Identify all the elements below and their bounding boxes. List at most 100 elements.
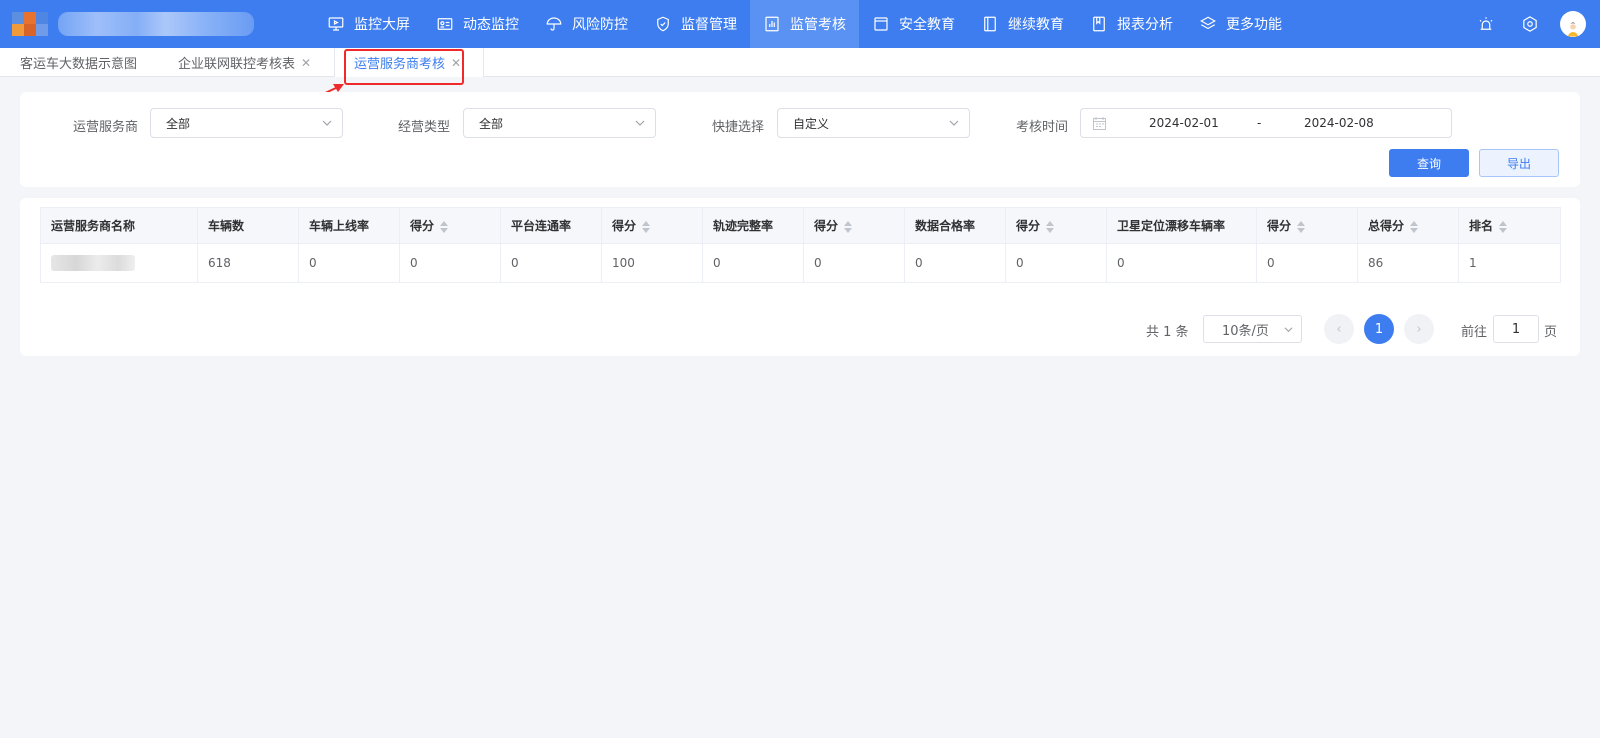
exam-time-label: 考核时间 (1016, 120, 1069, 135)
col-drift-score[interactable]: 得分 (1256, 207, 1358, 244)
sort-icon[interactable] (1499, 220, 1508, 233)
export-button[interactable]: 导出 (1479, 149, 1559, 177)
table-cell: 0 (298, 243, 400, 283)
table-cell: 618 (197, 243, 299, 283)
table-cell: 0 (904, 243, 1006, 283)
business-type-select[interactable]: 全部 (463, 108, 656, 138)
chevron-down-icon (1284, 327, 1293, 333)
business-type-label: 经营类型 (398, 120, 451, 135)
col-vehicle-count: 车辆数 (197, 207, 299, 244)
goto-suffix: 页 (1544, 325, 1558, 340)
nav-item-supervision[interactable]: 监督管理 (641, 0, 750, 48)
col-provider-name: 运营服务商名称 (40, 207, 198, 244)
bookmark-icon (1093, 16, 1105, 32)
table-row: 618 0 0 0 100 0 0 0 0 0 0 86 1 (40, 243, 1561, 283)
tab-enterprise-assessment[interactable]: 企业联网联控考核表 ✕ (178, 48, 311, 77)
alarm-light-icon (1479, 17, 1493, 30)
table-cell: 100 (601, 243, 703, 283)
nav-item-safety-education[interactable]: 安全教育 (859, 0, 968, 48)
settings-button[interactable] (1520, 14, 1540, 34)
alarm-button[interactable] (1476, 14, 1496, 34)
goto-label: 前往 (1461, 325, 1488, 340)
chevron-down-icon (635, 120, 645, 126)
table-header-row: 运营服务商名称 车辆数 车辆上线率 得分 平台连通率 得分 轨迹完整率 得分 数… (40, 207, 1561, 244)
col-data-score[interactable]: 得分 (1005, 207, 1107, 244)
quick-select-select[interactable]: 自定义 (777, 108, 970, 138)
shield-icon (657, 16, 669, 32)
col-data-qualified-rate: 数据合格率 (904, 207, 1006, 244)
quick-select-label: 快捷选择 (712, 120, 765, 135)
table-cell: 1 (1458, 243, 1561, 283)
umbrella-icon (546, 17, 562, 31)
date-separator: - (1257, 116, 1262, 130)
sort-icon[interactable] (1297, 220, 1306, 233)
chevron-down-icon (322, 120, 332, 126)
table-cell: 0 (1256, 243, 1358, 283)
filter-panel: 运营服务商 全部 经营类型 全部 快捷选择 自定义 考核时间 2024-02-0… (20, 92, 1580, 187)
col-gps-drift-rate: 卫星定位漂移车辆率 (1106, 207, 1257, 244)
table-cell: 0 (803, 243, 905, 283)
col-total-score[interactable]: 总得分 (1357, 207, 1459, 244)
top-navbar: 监控大屏 动态监控 风险防控 监督管理 监管考核 安全教育 继续教育 报表分析 (0, 0, 1600, 48)
col-online-score[interactable]: 得分 (399, 207, 501, 244)
col-rank[interactable]: 排名 (1458, 207, 1561, 244)
table-cell: 0 (702, 243, 804, 283)
close-icon[interactable]: ✕ (301, 56, 311, 70)
end-date[interactable]: 2024-02-08 (1304, 116, 1374, 130)
col-platform-connectivity: 平台连通率 (500, 207, 602, 244)
chevron-down-icon (949, 120, 959, 126)
cell-provider-name (40, 243, 198, 283)
exam-date-range[interactable]: 2024-02-01 - 2024-02-08 (1080, 108, 1452, 138)
nav-item-risk-control[interactable]: 风险防控 (532, 0, 641, 48)
app-logo (12, 12, 48, 36)
chevron-right-icon: › (1416, 321, 1422, 337)
assessment-table: 运营服务商名称 车辆数 车辆上线率 得分 平台连通率 得分 轨迹完整率 得分 数… (40, 207, 1561, 283)
nav-item-continuing-education[interactable]: 继续教育 (968, 0, 1077, 48)
close-icon[interactable]: ✕ (451, 56, 461, 70)
nav-item-report-analysis[interactable]: 报表分析 (1077, 0, 1186, 48)
sort-icon[interactable] (844, 220, 853, 233)
id-card-icon (437, 18, 453, 30)
next-page-button[interactable]: › (1404, 314, 1434, 344)
sort-icon[interactable] (1046, 220, 1055, 233)
table-cell: 0 (1005, 243, 1107, 283)
col-connectivity-score[interactable]: 得分 (601, 207, 703, 244)
bar-chart-icon (765, 16, 779, 32)
nav-item-more-features[interactable]: 更多功能 (1186, 0, 1295, 48)
table-cell: 0 (399, 243, 501, 283)
redacted-provider-name (51, 255, 135, 271)
results-panel: 运营服务商名称 车辆数 车辆上线率 得分 平台连通率 得分 轨迹完整率 得分 数… (20, 198, 1580, 356)
sort-icon[interactable] (440, 220, 449, 233)
user-avatar-icon (1564, 19, 1582, 37)
notebook-icon (984, 16, 996, 32)
provider-select[interactable]: 全部 (150, 108, 343, 138)
table-cell: 86 (1357, 243, 1459, 283)
col-track-integrity: 轨迹完整率 (702, 207, 804, 244)
goto-page-input[interactable] (1493, 315, 1539, 343)
top-right-actions (1452, 0, 1586, 48)
provider-label: 运营服务商 (73, 120, 139, 135)
query-button[interactable]: 查询 (1389, 149, 1469, 177)
monitor-icon (328, 17, 344, 31)
chevron-left-icon: ‹ (1336, 321, 1342, 337)
col-track-score[interactable]: 得分 (803, 207, 905, 244)
pagination-total: 共 1 条 (1146, 325, 1189, 340)
col-online-rate: 车辆上线率 (298, 207, 400, 244)
tab-provider-assessment[interactable]: 运营服务商考核 ✕ (334, 48, 484, 77)
page-size-select[interactable]: 10条/页 (1203, 315, 1302, 343)
main-nav: 监控大屏 动态监控 风险防控 监督管理 监管考核 安全教育 继续教育 报表分析 (314, 0, 1295, 48)
nav-item-dynamic-monitor[interactable]: 动态监控 (423, 0, 532, 48)
sort-icon[interactable] (1410, 220, 1419, 233)
tab-bigdata-diagram[interactable]: 客运车大数据示意图 (20, 48, 137, 77)
gear-icon (1523, 16, 1537, 32)
nav-item-assessment[interactable]: 监管考核 (750, 0, 859, 48)
sort-icon[interactable] (642, 220, 651, 233)
page-number-button[interactable]: 1 (1364, 314, 1394, 344)
page-tabs: 客运车大数据示意图 企业联网联控考核表 ✕ 运营服务商考核 ✕ (0, 48, 1600, 77)
user-avatar[interactable] (1560, 11, 1586, 37)
start-date[interactable]: 2024-02-01 (1149, 116, 1219, 130)
nav-item-monitor-screen[interactable]: 监控大屏 (314, 0, 423, 48)
layers-icon (1200, 16, 1216, 30)
prev-page-button[interactable]: ‹ (1324, 314, 1354, 344)
browser-icon (874, 17, 888, 31)
